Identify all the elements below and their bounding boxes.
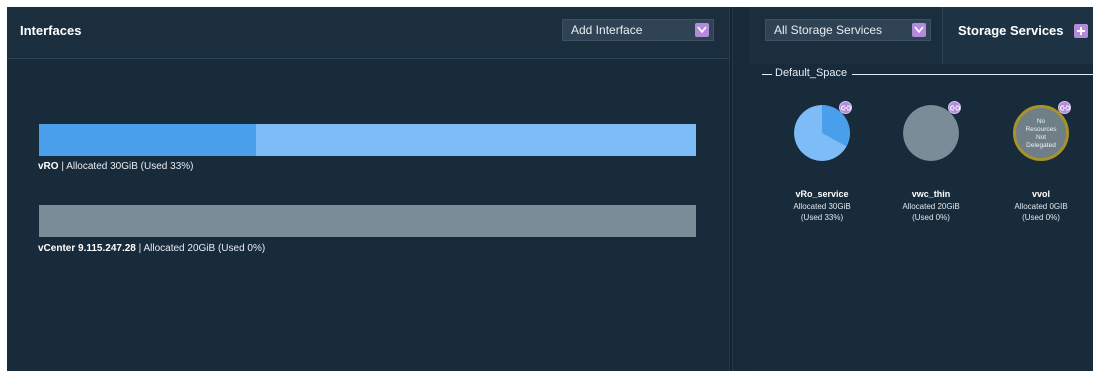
add-interface-dropdown[interactable]: Add Interface xyxy=(562,19,714,41)
add-storage-service-button[interactable] xyxy=(1074,24,1088,38)
status-line: Delegated xyxy=(1026,142,1056,149)
status-line: Not xyxy=(1035,134,1047,141)
interface-bar-vro[interactable] xyxy=(39,124,696,156)
storage-filter-dropdown[interactable]: All Storage Services xyxy=(765,19,931,41)
storage-filter-label: All Storage Services xyxy=(774,23,883,37)
storage-services-title: Storage Services xyxy=(958,23,1064,38)
storage-services-panel: All Storage Services Storage Services De… xyxy=(749,7,1093,371)
interface-name: vRO xyxy=(38,161,59,172)
interfaces-panel: Interfaces Add Interface vRO | Allocated… xyxy=(7,7,729,371)
tab-storage-services[interactable]: Storage Services xyxy=(942,7,1093,64)
service-name: vRo_service xyxy=(795,189,849,199)
interface-bar-vcenter[interactable] xyxy=(39,205,696,237)
interface-allocation: Allocated 30GiB (Used 33%) xyxy=(66,161,194,172)
service-card-vro-service[interactable]: vRo_service Allocated 30GiB (Used 33%) xyxy=(777,101,877,245)
space-name: Default_Space xyxy=(775,67,848,79)
interfaces-title: Interfaces xyxy=(20,23,82,38)
storage-dashboard: Interfaces Add Interface vRO | Allocated… xyxy=(7,7,1093,371)
link-icon[interactable] xyxy=(1058,101,1071,114)
interface-caption-vro: vRO | Allocated 30GiB (Used 33%) xyxy=(38,161,193,172)
caption-separator: | xyxy=(138,243,142,254)
interface-name: vCenter 9.115.247.28 xyxy=(38,243,136,254)
link-icon[interactable] xyxy=(839,101,852,114)
bar-used-fill xyxy=(39,124,256,156)
space-divider-right xyxy=(852,74,1093,75)
service-allocation: Allocated 0GIB xyxy=(1014,202,1068,211)
status-line: No xyxy=(1036,118,1046,125)
link-icon[interactable] xyxy=(948,101,961,114)
no-resources-badge: No Resources Not Delegated xyxy=(1013,105,1069,161)
usage-pie-chart xyxy=(794,105,850,161)
caption-separator: | xyxy=(61,161,64,172)
add-interface-label: Add Interface xyxy=(571,23,643,37)
status-line: Resources xyxy=(1025,126,1057,133)
interface-caption-vcenter: vCenter 9.115.247.28 | Allocated 20GiB (… xyxy=(38,243,265,254)
chevron-down-icon xyxy=(695,23,709,37)
service-usage: (Used 33%) xyxy=(800,213,844,222)
service-allocation: Allocated 20GiB xyxy=(902,202,960,211)
space-divider-left xyxy=(762,74,772,75)
chevron-down-icon xyxy=(912,23,926,37)
interfaces-header: Interfaces Add Interface xyxy=(7,7,729,59)
storage-header: All Storage Services Storage Services xyxy=(749,7,1093,64)
interface-allocation: Allocated 20GiB (Used 0%) xyxy=(143,243,266,254)
service-name: vvol xyxy=(1031,189,1050,199)
service-card-vvol[interactable]: No Resources Not Delegated vvol Allocate… xyxy=(996,101,1093,245)
service-usage: (Used 0%) xyxy=(912,213,950,222)
panel-divider xyxy=(729,7,733,371)
service-allocation: Allocated 30GiB xyxy=(793,202,851,211)
usage-pie-chart xyxy=(903,105,959,161)
service-name: vwc_thin xyxy=(911,189,951,199)
service-usage: (Used 0%) xyxy=(1022,213,1060,222)
service-card-vwc-thin[interactable]: vwc_thin Allocated 20GiB (Used 0%) xyxy=(886,101,986,245)
